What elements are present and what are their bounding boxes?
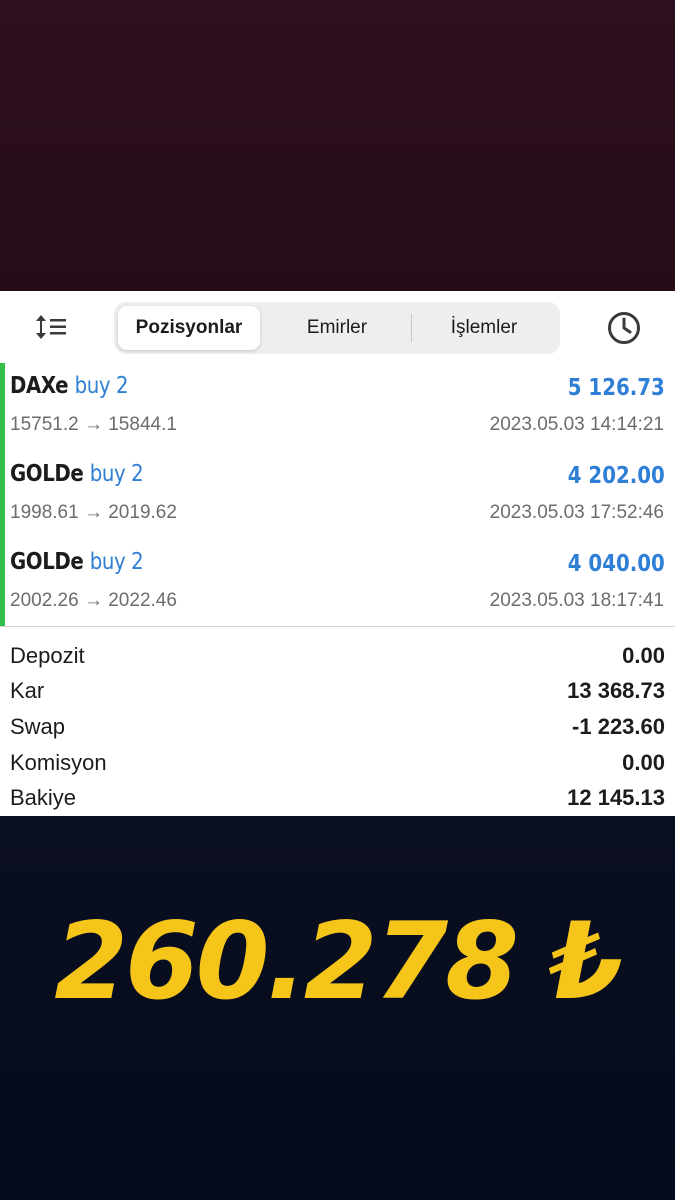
sort-button[interactable]: [34, 313, 70, 341]
position-side: buy 2: [74, 373, 129, 399]
position-side: buy 2: [89, 461, 144, 487]
summary-value: 12 145.13: [567, 785, 665, 810]
tab-orders[interactable]: Emirler: [264, 306, 410, 350]
position-time: 2023.05.03 18:17:41: [489, 590, 664, 611]
account-summary: Depozit 0.00 Kar 13 368.73 Swap -1 223.6…: [0, 639, 675, 814]
summary-label: Komisyon: [10, 750, 107, 775]
position-profit: 4 202.00: [568, 463, 665, 489]
position-row[interactable]: GOLDe buy 2 4 202.00 1998.61 → 2019.62 2…: [0, 451, 675, 539]
summary-row-swap: Swap -1 223.60: [0, 710, 675, 744]
position-time: 2023.05.03 14:14:21: [489, 414, 664, 435]
summary-row-deposit: Depozit 0.00: [0, 639, 675, 673]
summary-value: -1 223.60: [572, 714, 665, 739]
toolbar: Pozisyonlar Emirler İşlemler: [0, 291, 675, 363]
summary-label: Swap: [10, 714, 66, 739]
positions-list: DAXe buy 2 5 126.73 15751.2 → 15844.1 20…: [0, 363, 675, 627]
position-row[interactable]: DAXe buy 2 5 126.73 15751.2 → 15844.1 20…: [0, 363, 675, 451]
section-divider: [0, 626, 675, 627]
history-button[interactable]: [606, 310, 642, 346]
position-symbol: GOLDe buy 2: [10, 461, 144, 487]
top-background-band: [0, 0, 675, 291]
tab-positions[interactable]: Pozisyonlar: [118, 306, 260, 350]
position-prices: 15751.2 → 15844.1: [10, 414, 177, 435]
tab-segmented-control: Pozisyonlar Emirler İşlemler: [114, 302, 560, 354]
position-indicator-bar: [0, 451, 5, 539]
summary-value: 0.00: [622, 643, 665, 668]
position-indicator-bar: [0, 539, 5, 627]
summary-label: Kar: [10, 678, 45, 703]
trade-panel: Pozisyonlar Emirler İşlemler DAXe buy 2 …: [0, 291, 675, 816]
summary-row-profit: Kar 13 368.73: [0, 674, 675, 708]
sort-icon: [36, 315, 66, 339]
summary-label: Bakiye: [10, 785, 77, 810]
summary-label: Depozit: [10, 643, 85, 668]
summary-value: 0.00: [622, 750, 665, 775]
clock-icon: [608, 312, 640, 344]
big-amount-text: 260.278 ₺: [54, 900, 623, 1023]
position-profit: 5 126.73: [568, 375, 665, 401]
tab-history-deals[interactable]: İşlemler: [412, 306, 556, 350]
position-profit: 4 040.00: [568, 551, 665, 577]
summary-row-commission: Komisyon 0.00: [0, 746, 675, 780]
position-side: buy 2: [89, 549, 144, 575]
summary-row-balance: Bakiye 12 145.13: [0, 781, 675, 815]
position-prices: 1998.61 → 2019.62: [10, 502, 177, 523]
position-row[interactable]: GOLDe buy 2 4 040.00 2002.26 → 2022.46 2…: [0, 539, 675, 627]
summary-value: 13 368.73: [567, 678, 665, 703]
position-symbol: GOLDe buy 2: [10, 549, 144, 575]
position-prices: 2002.26 → 2022.46: [10, 590, 177, 611]
position-time: 2023.05.03 17:52:46: [489, 502, 664, 523]
position-indicator-bar: [0, 363, 5, 451]
position-symbol: DAXe buy 2: [10, 373, 129, 399]
